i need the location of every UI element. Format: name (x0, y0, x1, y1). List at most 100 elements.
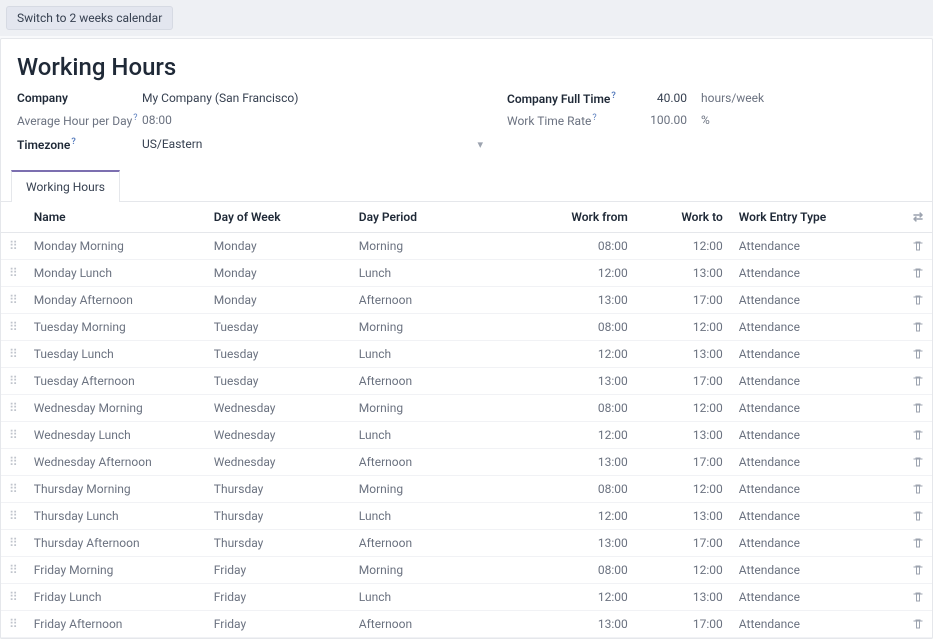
table-row[interactable]: Monday MorningMondayMorning08:0012:00Att… (1, 233, 932, 260)
help-icon[interactable]: ? (611, 91, 615, 101)
table-row[interactable]: Wednesday AfternoonWednesdayAfternoon13:… (1, 449, 932, 476)
cell-to[interactable]: 13:00 (636, 422, 731, 449)
cell-to[interactable]: 12:00 (636, 395, 731, 422)
delete-row-icon[interactable] (904, 557, 932, 584)
cell-period[interactable]: Morning (351, 557, 506, 584)
cell-dow[interactable]: Friday (206, 584, 351, 611)
drag-handle-icon[interactable] (1, 233, 26, 260)
cell-from[interactable]: 13:00 (506, 287, 636, 314)
drag-handle-icon[interactable] (1, 260, 26, 287)
cell-to[interactable]: 17:00 (636, 611, 731, 638)
drag-handle-icon[interactable] (1, 368, 26, 395)
delete-row-icon[interactable] (904, 314, 932, 341)
cell-from[interactable]: 08:00 (506, 233, 636, 260)
delete-row-icon[interactable] (904, 287, 932, 314)
cell-to[interactable]: 13:00 (636, 503, 731, 530)
cell-name[interactable]: Friday Afternoon (26, 611, 206, 638)
cell-entry[interactable]: Attendance (731, 449, 904, 476)
cell-period[interactable]: Lunch (351, 422, 506, 449)
delete-row-icon[interactable] (904, 368, 932, 395)
cell-to[interactable]: 12:00 (636, 233, 731, 260)
cell-to[interactable]: 12:00 (636, 314, 731, 341)
cell-period[interactable]: Afternoon (351, 530, 506, 557)
drag-handle-icon[interactable] (1, 503, 26, 530)
cell-from[interactable]: 12:00 (506, 503, 636, 530)
cell-name[interactable]: Wednesday Afternoon (26, 449, 206, 476)
delete-row-icon[interactable] (904, 395, 932, 422)
drag-handle-icon[interactable] (1, 611, 26, 638)
cell-from[interactable]: 08:00 (506, 314, 636, 341)
cell-name[interactable]: Tuesday Morning (26, 314, 206, 341)
cell-entry[interactable]: Attendance (731, 368, 904, 395)
cell-period[interactable]: Morning (351, 476, 506, 503)
delete-row-icon[interactable] (904, 530, 932, 557)
chevron-down-icon[interactable]: ▾ (477, 138, 507, 151)
col-name[interactable]: Name (26, 202, 206, 233)
cell-entry[interactable]: Attendance (731, 611, 904, 638)
cell-period[interactable]: Afternoon (351, 368, 506, 395)
cell-period[interactable]: Afternoon (351, 611, 506, 638)
cell-dow[interactable]: Wednesday (206, 422, 351, 449)
delete-row-icon[interactable] (904, 449, 932, 476)
cell-period[interactable]: Morning (351, 314, 506, 341)
delete-row-icon[interactable] (904, 476, 932, 503)
cell-dow[interactable]: Thursday (206, 503, 351, 530)
optional-columns-icon[interactable] (904, 202, 932, 233)
cell-from[interactable]: 13:00 (506, 449, 636, 476)
cell-entry[interactable]: Attendance (731, 233, 904, 260)
cell-from[interactable]: 13:00 (506, 530, 636, 557)
drag-handle-icon[interactable] (1, 584, 26, 611)
table-row[interactable]: Thursday LunchThursdayLunch12:0013:00Att… (1, 503, 932, 530)
cell-to[interactable]: 13:00 (636, 341, 731, 368)
cell-entry[interactable]: Attendance (731, 557, 904, 584)
cell-entry[interactable]: Attendance (731, 341, 904, 368)
cell-from[interactable]: 12:00 (506, 422, 636, 449)
cell-period[interactable]: Lunch (351, 503, 506, 530)
col-entry[interactable]: Work Entry Type (731, 202, 904, 233)
cell-entry[interactable]: Attendance (731, 584, 904, 611)
table-row[interactable]: Tuesday LunchTuesdayLunch12:0013:00Atten… (1, 341, 932, 368)
cell-dow[interactable]: Tuesday (206, 368, 351, 395)
drag-handle-icon[interactable] (1, 422, 26, 449)
cell-dow[interactable]: Friday (206, 611, 351, 638)
fulltime-value[interactable]: 40.00 (637, 91, 687, 105)
cell-entry[interactable]: Attendance (731, 503, 904, 530)
delete-row-icon[interactable] (904, 233, 932, 260)
cell-period[interactable]: Morning (351, 233, 506, 260)
cell-period[interactable]: Lunch (351, 260, 506, 287)
help-icon[interactable]: ? (71, 137, 75, 147)
cell-name[interactable]: Monday Lunch (26, 260, 206, 287)
drag-handle-icon[interactable] (1, 449, 26, 476)
col-dow[interactable]: Day of Week (206, 202, 351, 233)
cell-name[interactable]: Friday Morning (26, 557, 206, 584)
cell-name[interactable]: Wednesday Lunch (26, 422, 206, 449)
col-from[interactable]: Work from (506, 202, 636, 233)
cell-entry[interactable]: Attendance (731, 260, 904, 287)
cell-period[interactable]: Morning (351, 395, 506, 422)
drag-handle-icon[interactable] (1, 395, 26, 422)
table-row[interactable]: Wednesday LunchWednesdayLunch12:0013:00A… (1, 422, 932, 449)
cell-name[interactable]: Tuesday Afternoon (26, 368, 206, 395)
cell-name[interactable]: Thursday Afternoon (26, 530, 206, 557)
table-row[interactable]: Monday LunchMondayLunch12:0013:00Attenda… (1, 260, 932, 287)
cell-entry[interactable]: Attendance (731, 530, 904, 557)
cell-name[interactable]: Monday Morning (26, 233, 206, 260)
cell-to[interactable]: 17:00 (636, 287, 731, 314)
cell-period[interactable]: Lunch (351, 584, 506, 611)
cell-to[interactable]: 17:00 (636, 530, 731, 557)
cell-dow[interactable]: Wednesday (206, 449, 351, 476)
cell-dow[interactable]: Tuesday (206, 341, 351, 368)
cell-dow[interactable]: Monday (206, 287, 351, 314)
col-period[interactable]: Day Period (351, 202, 506, 233)
help-icon[interactable]: ? (592, 113, 596, 123)
drag-handle-icon[interactable] (1, 314, 26, 341)
delete-row-icon[interactable] (904, 503, 932, 530)
cell-from[interactable]: 12:00 (506, 260, 636, 287)
table-row[interactable]: Tuesday MorningTuesdayMorning08:0012:00A… (1, 314, 932, 341)
table-row[interactable]: Monday AfternoonMondayAfternoon13:0017:0… (1, 287, 932, 314)
table-row[interactable]: Thursday AfternoonThursdayAfternoon13:00… (1, 530, 932, 557)
delete-row-icon[interactable] (904, 422, 932, 449)
cell-name[interactable]: Friday Lunch (26, 584, 206, 611)
table-row[interactable]: Thursday MorningThursdayMorning08:0012:0… (1, 476, 932, 503)
drag-handle-icon[interactable] (1, 557, 26, 584)
